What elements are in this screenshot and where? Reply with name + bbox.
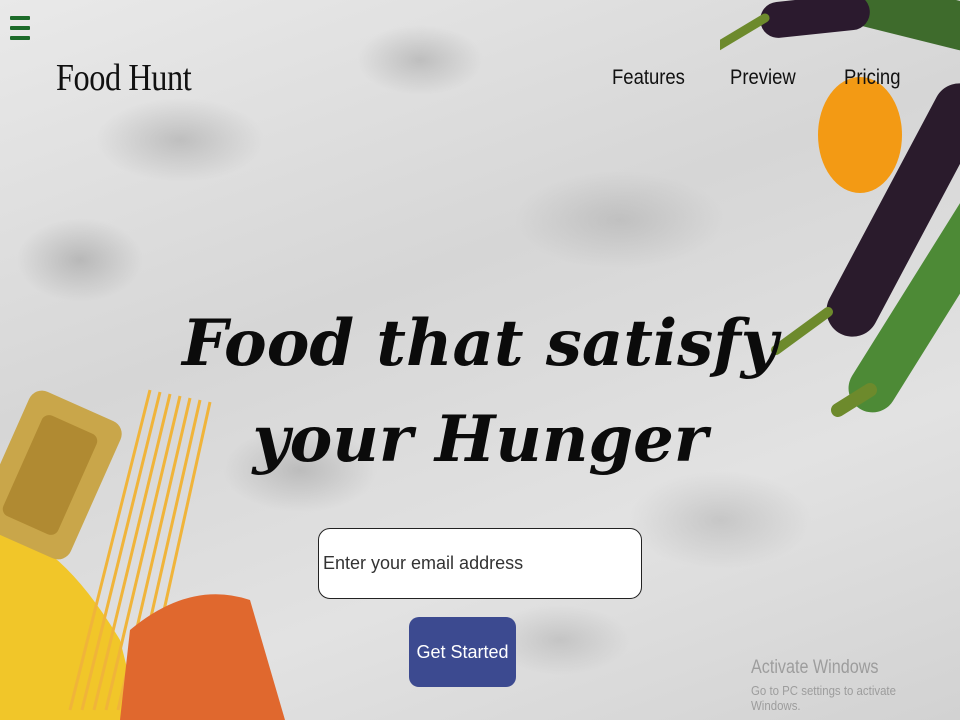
email-input[interactable] bbox=[318, 528, 642, 599]
top-nav: Features Preview Pricing bbox=[0, 66, 960, 96]
windows-activation-watermark: Activate Windows Go to PC settings to ac… bbox=[751, 657, 960, 713]
get-started-button[interactable]: Get Started bbox=[409, 617, 516, 687]
hamburger-menu-icon[interactable] bbox=[10, 16, 30, 40]
nav-link-features[interactable]: Features bbox=[612, 66, 685, 90]
watermark-subtitle: Go to PC settings to activate Windows. bbox=[751, 683, 896, 713]
nav-link-preview[interactable]: Preview bbox=[730, 66, 796, 90]
watermark-title: Activate Windows bbox=[751, 657, 879, 678]
hero-headline: Food that satisfy your Hunger bbox=[182, 306, 778, 477]
nav-link-pricing[interactable]: Pricing bbox=[844, 66, 900, 90]
